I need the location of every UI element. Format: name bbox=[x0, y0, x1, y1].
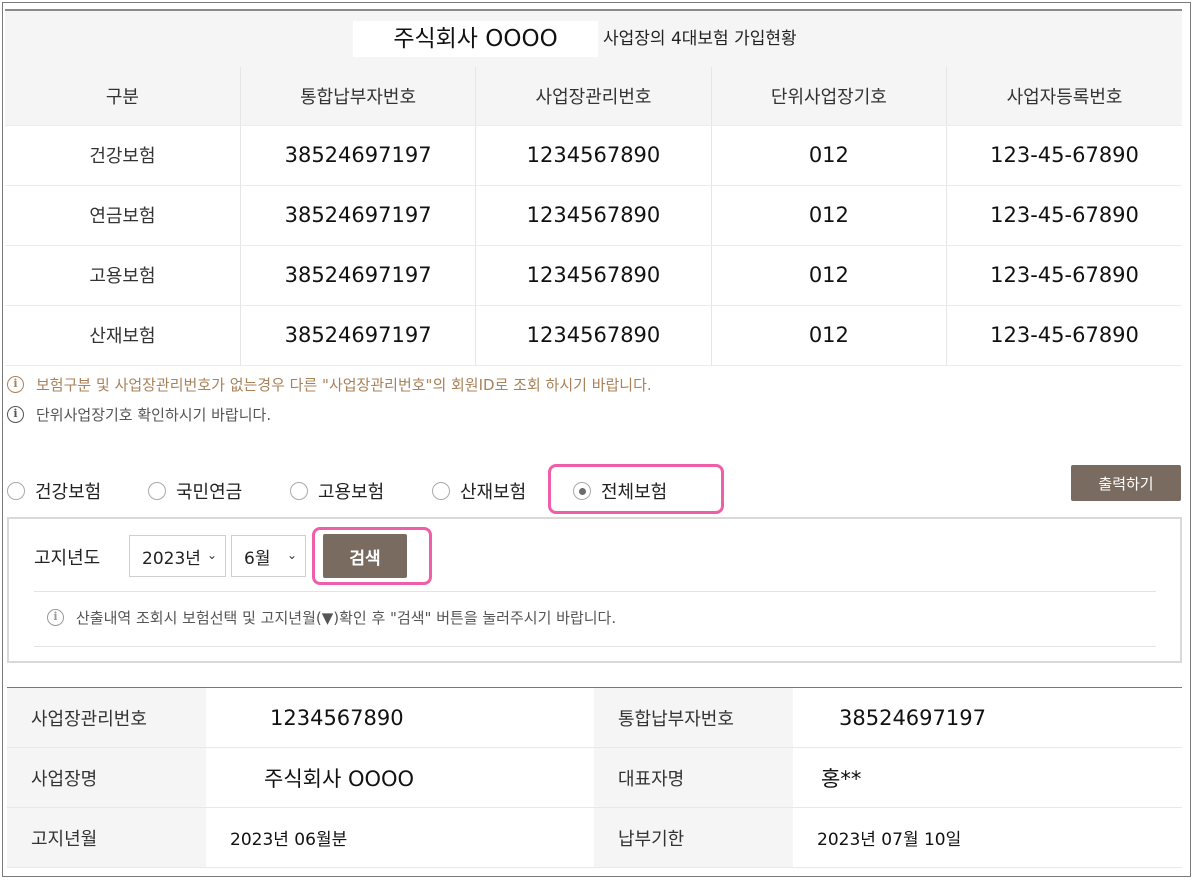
table-row: 사업장관리번호 1234567890 통합납부자번호 38524697197 bbox=[7, 687, 1182, 748]
radio-label: 건강보험 bbox=[35, 482, 102, 503]
business-reg-number: 123-45-67890 bbox=[946, 125, 1182, 186]
radio-circle-icon[interactable] bbox=[148, 482, 166, 500]
insurance-type: 연금보험 bbox=[5, 185, 241, 246]
header-business-reg-number: 사업자등록번호 bbox=[946, 67, 1182, 126]
table-row: 사업장명 주식회사 OOOO 대표자명 홍** bbox=[7, 747, 1182, 808]
notice-member-id: i 보험구분 및 사업장관리번호가 없는경우 다른 "사업장관리번호"의 회원I… bbox=[7, 374, 652, 395]
business-reg-number: 123-45-67890 bbox=[946, 305, 1182, 366]
chevron-down-icon: ⌄ bbox=[286, 548, 297, 562]
payer-number-value: 38524697197 bbox=[793, 687, 1182, 748]
business-reg-number: 123-45-67890 bbox=[946, 185, 1182, 246]
radio-circle-icon[interactable] bbox=[432, 482, 450, 500]
company-name-title: 주식회사 OOOO bbox=[353, 21, 598, 57]
info-icon: i bbox=[47, 609, 64, 626]
unit-code: 012 bbox=[711, 245, 948, 306]
header-management-number: 사업장관리번호 bbox=[475, 67, 712, 126]
payer-number-label: 통합납부자번호 bbox=[594, 687, 793, 748]
table-header-row: 구분 통합납부자번호 사업장관리번호 단위사업장기호 사업자등록번호 bbox=[5, 67, 1182, 126]
notice-text: 산출내역 조회시 보험선택 및 고지년월(▼)확인 후 "검색" 버튼을 눌러주… bbox=[76, 609, 617, 627]
radio-label: 고용보험 bbox=[318, 482, 385, 503]
search-notice: i 산출내역 조회시 보험선택 및 고지년월(▼)확인 후 "검색" 버튼을 눌… bbox=[47, 607, 616, 628]
notice-month-label: 고지년월 bbox=[7, 807, 206, 868]
radio-circle-icon[interactable] bbox=[290, 482, 308, 500]
highlight-box-all-insurance bbox=[548, 464, 724, 514]
management-number: 1234567890 bbox=[475, 305, 712, 366]
status-title: 사업장의 4대보험 가입현황 bbox=[603, 29, 797, 49]
year-select[interactable]: 2023년 ⌄ bbox=[129, 535, 226, 577]
payer-number: 38524697197 bbox=[240, 305, 477, 366]
info-icon: i bbox=[7, 376, 24, 393]
radio-label: 산재보험 bbox=[460, 482, 527, 503]
due-date-value: 2023년 07월 10일 bbox=[793, 807, 1182, 868]
business-reg-number: 123-45-67890 bbox=[946, 245, 1182, 306]
insurance-type: 고용보험 bbox=[5, 245, 241, 306]
management-number: 1234567890 bbox=[475, 185, 712, 246]
divider bbox=[34, 646, 1156, 647]
payer-number: 38524697197 bbox=[240, 125, 477, 186]
table-row: 고용보험 38524697197 1234567890 012 123-45-6… bbox=[5, 245, 1182, 306]
header-category: 구분 bbox=[5, 67, 241, 126]
insurance-type: 산재보험 bbox=[5, 305, 241, 366]
header-unit-code: 단위사업장기호 bbox=[711, 67, 948, 126]
due-date-label: 납부기한 bbox=[594, 807, 793, 868]
highlight-box-search bbox=[312, 527, 432, 585]
status-title-bar: 주식회사 OOOO 사업장의 4대보험 가입현황 bbox=[5, 9, 1182, 67]
unit-code: 012 bbox=[711, 125, 948, 186]
table-row: 연금보험 38524697197 1234567890 012 123-45-6… bbox=[5, 185, 1182, 246]
ceo-name-label: 대표자명 bbox=[594, 747, 793, 808]
radio-employment-insurance[interactable]: 고용보험 bbox=[290, 478, 384, 504]
business-name-value: 주식회사 OOOO bbox=[206, 747, 594, 808]
business-detail-table: 사업장관리번호 1234567890 통합납부자번호 38524697197 사… bbox=[7, 687, 1182, 868]
radio-industrial-accident[interactable]: 산재보험 bbox=[432, 478, 526, 504]
unit-code: 012 bbox=[711, 185, 948, 246]
radio-health-insurance[interactable]: 건강보험 bbox=[7, 478, 101, 504]
business-name-label: 사업장명 bbox=[7, 747, 206, 808]
notice-text: 단위사업장기호 확인하시기 바랍니다. bbox=[36, 406, 272, 424]
month-value: 6월 bbox=[244, 548, 271, 569]
ceo-name-value: 홍** bbox=[793, 747, 1182, 808]
year-value: 2023년 bbox=[142, 548, 201, 569]
management-number-label: 사업장관리번호 bbox=[7, 687, 206, 748]
insurance-type: 건강보험 bbox=[5, 125, 241, 186]
unit-code: 012 bbox=[711, 305, 948, 366]
info-icon: i bbox=[7, 406, 24, 423]
header-payer-number: 통합납부자번호 bbox=[240, 67, 477, 126]
payer-number: 38524697197 bbox=[240, 185, 477, 246]
month-select[interactable]: 6월 ⌄ bbox=[231, 535, 306, 577]
payer-number: 38524697197 bbox=[240, 245, 477, 306]
notice-unit-code: i 단위사업장기호 확인하시기 바랍니다. bbox=[7, 404, 271, 425]
management-number: 1234567890 bbox=[475, 125, 712, 186]
radio-circle-icon[interactable] bbox=[7, 482, 25, 500]
radio-national-pension[interactable]: 국민연금 bbox=[148, 478, 242, 504]
search-panel: 고지년도 2023년 ⌄ 6월 ⌄ 검색 i 산출내역 조회시 보험선택 및 고… bbox=[7, 517, 1182, 663]
management-number: 1234567890 bbox=[475, 245, 712, 306]
radio-label: 국민연금 bbox=[176, 482, 243, 503]
notice-text: 보험구분 및 사업장관리번호가 없는경우 다른 "사업장관리번호"의 회원ID로… bbox=[36, 376, 652, 394]
table-row: 고지년월 2023년 06월분 납부기한 2023년 07월 10일 bbox=[7, 807, 1182, 868]
table-row: 건강보험 38524697197 1234567890 012 123-45-6… bbox=[5, 125, 1182, 186]
notice-year-label: 고지년도 bbox=[34, 548, 101, 569]
notice-month-value: 2023년 06월분 bbox=[206, 807, 594, 868]
chevron-down-icon: ⌄ bbox=[206, 548, 217, 562]
table-row: 산재보험 38524697197 1234567890 012 123-45-6… bbox=[5, 305, 1182, 366]
management-number-value: 1234567890 bbox=[206, 687, 594, 748]
print-button[interactable]: 출력하기 bbox=[1071, 465, 1181, 501]
divider bbox=[34, 591, 1156, 592]
insurance-status-table: 구분 통합납부자번호 사업장관리번호 단위사업장기호 사업자등록번호 건강보험 … bbox=[5, 67, 1182, 366]
